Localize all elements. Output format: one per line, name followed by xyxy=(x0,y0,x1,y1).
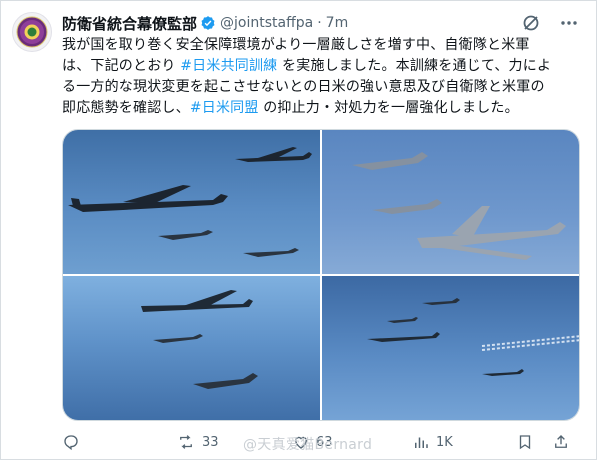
grok-icon[interactable] xyxy=(521,13,541,33)
header-actions xyxy=(521,12,579,34)
hashtag-link[interactable]: #日米同盟 xyxy=(190,100,259,116)
fighter-silhouette xyxy=(352,152,442,214)
contrail xyxy=(481,335,579,351)
bomber-silhouette xyxy=(141,290,253,312)
fighter-silhouette xyxy=(387,298,460,323)
photo-bomber-escort-1[interactable] xyxy=(63,130,320,274)
photo-bomber-closeup[interactable] xyxy=(322,130,579,274)
retweet-count: 33 xyxy=(202,434,219,450)
bomber-silhouette xyxy=(68,185,228,212)
views-count: 1K xyxy=(436,434,453,450)
tweet-text-segment: を実施しました。本訓練を通じて、力によ xyxy=(277,58,552,74)
reply-icon xyxy=(64,435,78,451)
reply-button[interactable] xyxy=(62,430,86,454)
views-button[interactable]: 1K xyxy=(412,430,453,454)
tweet-text-segment: る一方的な現状変更を起こさせないとの日米の強い意思及び自衛隊と米軍の xyxy=(62,79,545,95)
tweet-text-line: 我が国を取り巻く安全保障環境がより一層厳しさを増す中、自衛隊と米軍 xyxy=(62,35,582,56)
bomber-silhouette xyxy=(367,332,524,376)
bookmark-button[interactable] xyxy=(516,430,534,454)
tweet-header: 防衛省統合幕僚監部 @jointstaffpa · 7m xyxy=(62,12,519,34)
avatar[interactable] xyxy=(12,12,52,52)
display-name[interactable]: 防衛省統合幕僚監部 xyxy=(62,13,197,34)
tweet-text-segment: 即応態勢を確認し、 xyxy=(62,100,190,116)
fighter-silhouette xyxy=(158,230,299,257)
retweet-icon xyxy=(180,435,192,449)
share-button[interactable] xyxy=(552,430,570,454)
verified-badge-icon xyxy=(201,16,215,30)
bomber-silhouette xyxy=(417,206,566,260)
share-icon xyxy=(555,435,567,448)
tweet-text-line: る一方的な現状変更を起こさせないとの日米の強い意思及び自衛隊と米軍の xyxy=(62,77,582,98)
tweet-text: 我が国を取り巻く安全保障環境がより一層厳しさを増す中、自衛隊と米軍 は、下記のとお… xyxy=(62,35,582,119)
bomber-silhouette-far xyxy=(235,147,312,162)
photo-bomber-formation[interactable] xyxy=(63,276,320,420)
tweet-text-segment: の抑止力・対処力を一層強化しました。 xyxy=(258,100,519,116)
photo-distant-formation[interactable] xyxy=(322,276,579,420)
fighter-silhouette xyxy=(153,334,258,389)
media-grid xyxy=(62,129,580,421)
tweet-text-segment: は、下記のとおり xyxy=(62,58,181,74)
tweet-text-line: 即応態勢を確認し、#日米同盟 の抑止力・対処力を一層強化しました。 xyxy=(62,98,582,119)
separator-dot: · xyxy=(317,15,322,31)
handle[interactable]: @jointstaffpa xyxy=(220,15,313,31)
hashtag-link[interactable]: #日米共同訓練 xyxy=(180,58,277,74)
watermark: @天真爱猫Bernard xyxy=(243,437,373,453)
retweet-button[interactable]: 33 xyxy=(176,430,219,454)
timestamp[interactable]: 7m xyxy=(326,15,349,31)
tweet-text-segment: 我が国を取り巻く安全保障環境がより一層厳しさを増す中、自衛隊と米軍 xyxy=(62,37,530,53)
more-icon[interactable] xyxy=(559,13,579,33)
views-icon xyxy=(415,437,428,448)
tweet-text-line: は、下記のとおり #日米共同訓練 を実施しました。本訓練を通じて、力によ xyxy=(62,56,582,77)
bookmark-icon xyxy=(519,435,531,450)
jsdf-emblem-icon xyxy=(16,16,48,48)
